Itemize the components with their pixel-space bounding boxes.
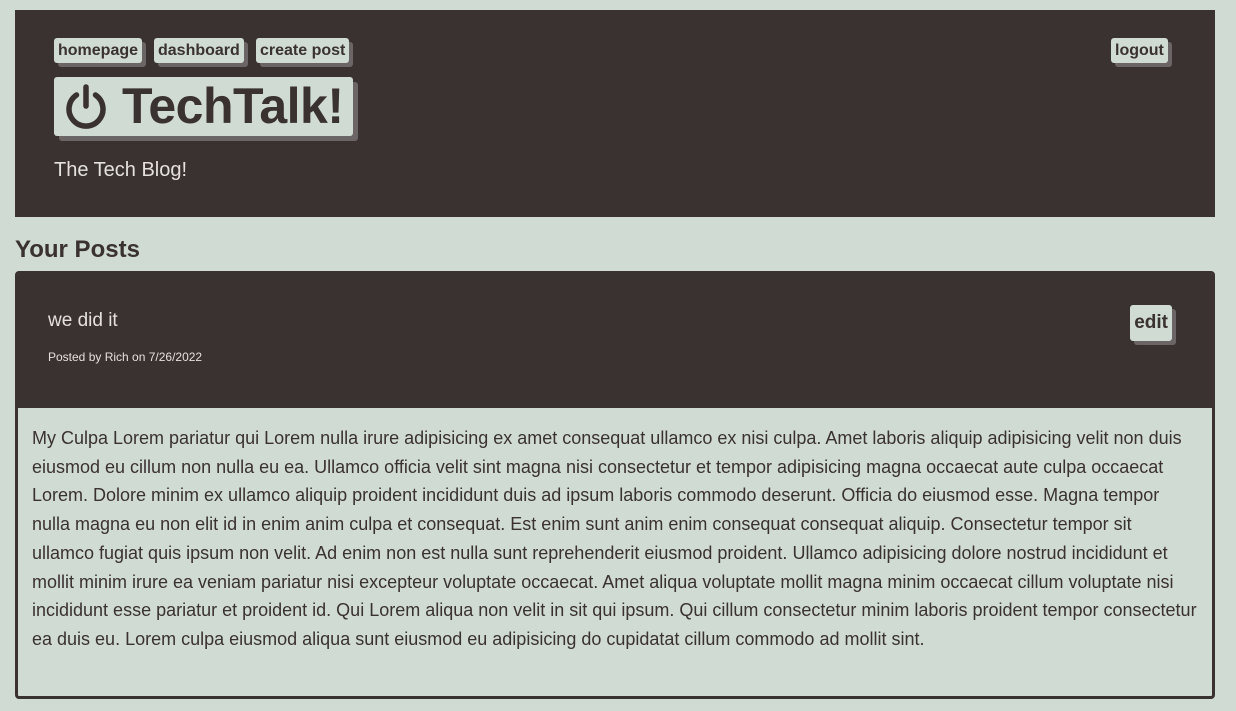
post-card: we did it Posted by Rich on 7/26/2022 ed… (15, 271, 1215, 699)
post-meta: Posted by Rich on 7/26/2022 (48, 350, 203, 364)
nav-create-post-link[interactable]: create post (256, 38, 350, 63)
post-body: My Culpa Lorem pariatur qui Lorem nulla … (32, 428, 1197, 649)
post-title: we did it (48, 310, 118, 331)
power-icon (62, 83, 110, 131)
site-subtitle: The Tech Blog! (54, 159, 188, 181)
nav-homepage-link[interactable]: homepage (54, 38, 143, 63)
nav-dashboard-link[interactable]: dashboard (154, 38, 244, 63)
brand-logo: TechTalk! (54, 77, 354, 136)
edit-post-button[interactable]: edit (1130, 305, 1172, 341)
logout-link[interactable]: logout (1111, 38, 1168, 63)
site-header: homepage dashboard create post logout Te… (15, 10, 1215, 217)
site-title: TechTalk! (122, 78, 344, 134)
section-title: Your Posts (15, 236, 140, 263)
post-header: we did it Posted by Rich on 7/26/2022 ed… (18, 274, 1212, 408)
